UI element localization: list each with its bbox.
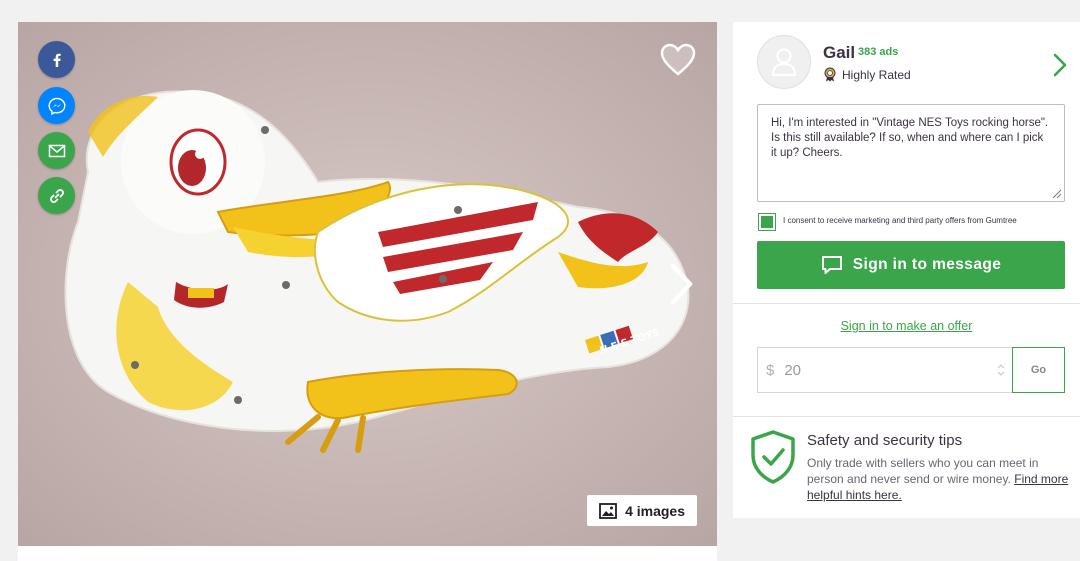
rosette-badge-icon (824, 67, 836, 82)
panel-divider (733, 416, 1080, 417)
share-email-button[interactable] (38, 132, 75, 169)
image-gallery-icon (599, 502, 617, 519)
offer-amount-input[interactable] (784, 361, 985, 379)
seller-name[interactable]: Gail (823, 43, 855, 63)
resize-grip-icon[interactable] (1050, 187, 1062, 199)
offer-go-button[interactable]: Go (1012, 347, 1065, 393)
safety-tips-body: Only trade with sellers who you can meet… (807, 455, 1077, 503)
share-messenger-button[interactable] (38, 87, 75, 124)
currency-symbol: $ (766, 361, 775, 379)
facebook-icon (53, 53, 61, 67)
image-count-button[interactable]: 4 images (587, 495, 697, 526)
safety-tips-title: Safety and security tips (807, 432, 963, 449)
listing-image-gallery[interactable]: N E S TOYS 4 images (18, 22, 717, 546)
user-avatar-icon (771, 48, 797, 77)
shield-check-icon (751, 430, 795, 484)
sign-in-to-message-label: Sign in to message (852, 256, 1002, 273)
number-spinner-icon[interactable] (997, 363, 1005, 377)
message-textarea[interactable]: Hi, I'm interested in "Vintage NES Toys … (757, 104, 1065, 202)
favourite-heart-icon[interactable] (659, 42, 697, 78)
listing-photo: N E S TOYS (18, 22, 717, 546)
link-icon (49, 188, 64, 203)
seller-ads-count[interactable]: 383 ads (858, 46, 898, 58)
marketing-consent-checkbox[interactable] (758, 213, 776, 231)
offer-amount-field[interactable]: $ (757, 347, 1013, 393)
chat-bubble-icon (821, 256, 842, 274)
share-link-button[interactable] (38, 177, 75, 214)
seller-contact-panel: Gail 383 ads Highly Rated Hi, I'm intere… (733, 22, 1080, 518)
safety-tips-text: Only trade with sellers who you can meet… (807, 456, 1039, 486)
seller-rating-label: Highly Rated (842, 67, 911, 82)
sign-in-to-make-offer-link[interactable]: Sign in to make an offer (733, 319, 1080, 333)
image-count-label: 4 images (625, 502, 685, 519)
messenger-icon (47, 97, 66, 115)
next-image-chevron-icon[interactable] (665, 260, 697, 308)
seller-avatar[interactable] (757, 35, 811, 89)
seller-profile-chevron-icon[interactable] (1052, 52, 1068, 78)
panel-divider (733, 303, 1080, 304)
share-facebook-button[interactable] (38, 41, 75, 78)
sign-in-to-message-button[interactable]: Sign in to message (757, 241, 1065, 289)
email-icon (48, 144, 65, 157)
seller-rating: Highly Rated (823, 67, 911, 82)
gallery-bottom-strip (18, 546, 717, 561)
marketing-consent-label: I consent to receive marketing and third… (783, 216, 1017, 225)
